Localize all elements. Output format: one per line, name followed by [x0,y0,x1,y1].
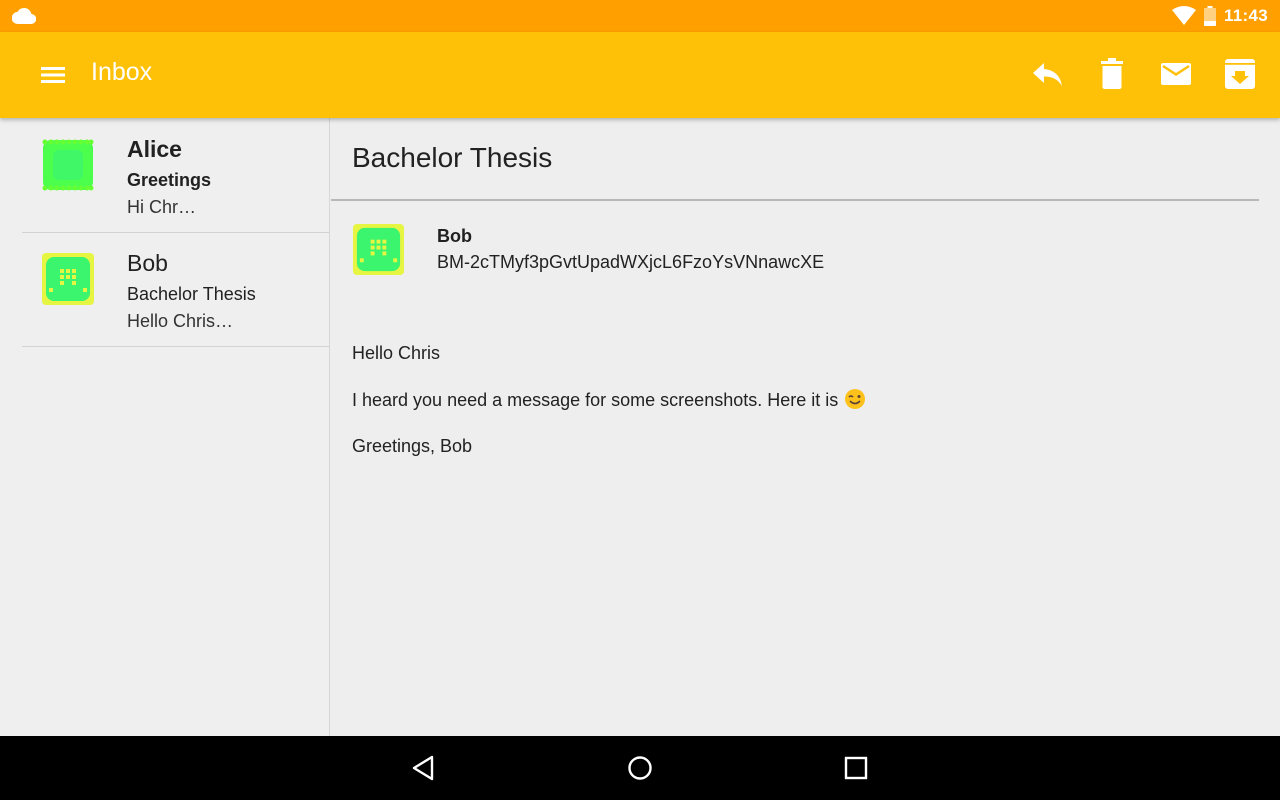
identicon-avatar [42,139,94,191]
clock: 11:43 [1223,6,1268,25]
divider [331,199,1259,201]
status-bar: 11:43 [0,0,1280,32]
mark-unread-button[interactable] [1158,56,1194,92]
body-line: Greetings, Bob [352,436,473,456]
archive-button[interactable] [1222,56,1258,92]
message-preview: Hello Chris… [127,311,234,331]
recents-icon[interactable] [840,752,872,784]
sender-address: BM-2cTMyf3pGvtUpadWXjcL6FzoYsVNnawcXE [437,252,825,272]
message-subject: Bachelor Thesis [127,284,256,304]
sender-avatar [352,223,405,276]
home-icon[interactable] [624,752,656,784]
message-preview: Hi Chr… [127,197,197,217]
wifi-icon [1171,6,1196,25]
message-sender: Alice [127,136,182,162]
reply-icon [1033,63,1062,86]
body-line-text: I heard you need a message for some scre… [352,390,839,410]
sender-name: Bob [437,226,472,246]
winking-face-emoji [845,389,866,409]
app-bar: Inbox [0,32,1280,118]
body-line: I heard you need a message for some scre… [352,388,866,411]
message-list: Alice Greetings Hi Chr… Bob Bachelor The… [0,118,330,800]
back-icon[interactable] [408,752,440,784]
battery-icon [1203,6,1216,26]
reply-button[interactable] [1030,56,1066,92]
identicon-avatar [42,253,94,305]
mark-unread-icon [1161,63,1191,85]
page-title: Inbox [91,58,153,86]
message-subject: Greetings [127,170,212,190]
delete-button[interactable] [1094,56,1130,92]
delete-icon [1101,58,1123,89]
message-body: Hello Chris I heard you need a message f… [352,342,866,481]
message-sender: Bob [127,250,168,276]
list-item[interactable]: Bob Bachelor Thesis Hello Chris… [22,232,330,347]
body-line: Hello Chris [352,343,441,363]
message-detail-subject: Bachelor Thesis [352,142,553,173]
cloud-icon [12,7,36,25]
message-detail: Bachelor Thesis Bob BM-2cTMyf3pGvtUpadWX… [331,118,1280,736]
navigation-bar [0,736,1280,800]
toolbar-actions [1030,56,1258,92]
hamburger-menu-icon[interactable] [38,62,68,88]
list-item[interactable]: Alice Greetings Hi Chr… [22,118,330,233]
archive-icon [1225,59,1255,89]
